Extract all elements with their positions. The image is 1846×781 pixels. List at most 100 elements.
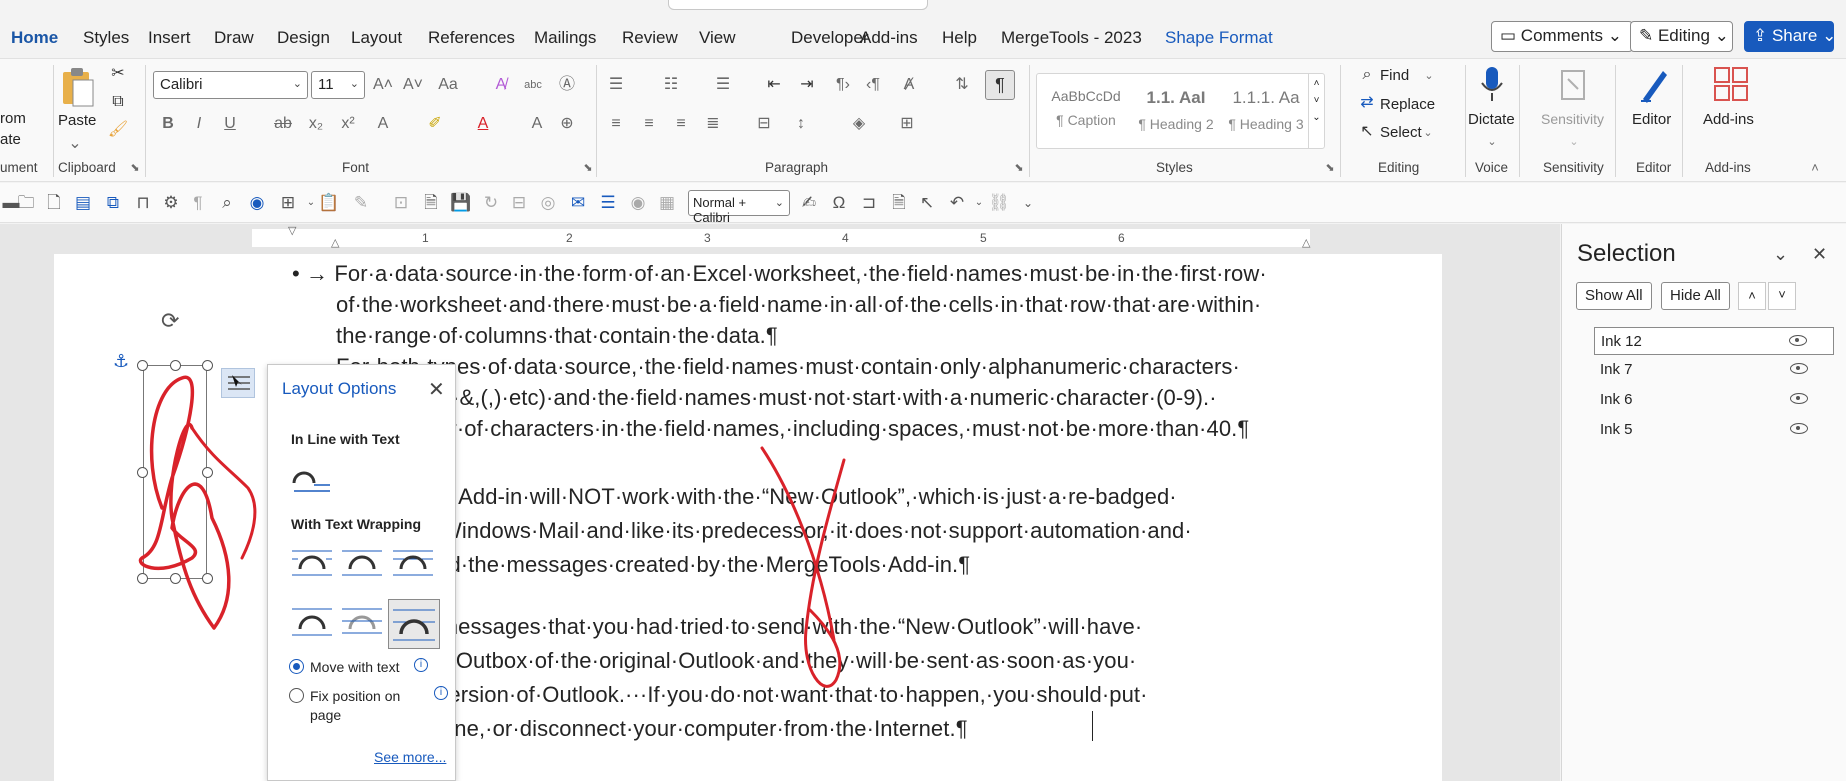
pilcrow-icon[interactable]: ¶ bbox=[187, 192, 209, 214]
highlight-icon[interactable]: ✐ bbox=[424, 113, 446, 135]
selection-item-ink-6[interactable]: Ink 6 bbox=[1594, 386, 1834, 414]
bring-forward-button[interactable]: ˄ bbox=[1738, 282, 1766, 310]
search-icon[interactable]: ⌕ bbox=[216, 192, 238, 214]
pen-tool-icon[interactable]: ✎ bbox=[350, 192, 372, 214]
copy-icon[interactable]: ⧉ bbox=[107, 91, 129, 113]
tab-view[interactable]: View bbox=[699, 28, 736, 48]
wrap-tight-icon[interactable] bbox=[340, 545, 384, 583]
replace-button[interactable]: Replace bbox=[1380, 96, 1435, 113]
tab-mergetools[interactable]: MergeTools - 2023 bbox=[1001, 28, 1142, 48]
selection-item-ink-12[interactable]: Ink 12 bbox=[1594, 327, 1834, 355]
collapse-ribbon-icon[interactable]: ˄ bbox=[1804, 157, 1826, 179]
clipboard-icon[interactable]: 📋 bbox=[318, 192, 340, 214]
chevron-down-icon[interactable]: ⌄ bbox=[1418, 65, 1440, 87]
phonetic-guide-icon[interactable]: abc bbox=[522, 74, 544, 96]
character-shading-icon[interactable]: A bbox=[526, 113, 548, 135]
strikethrough-icon[interactable]: ab bbox=[272, 113, 294, 135]
styles-scroll[interactable]: ˄ ˅ ⌄ bbox=[1308, 74, 1324, 148]
tab-draw[interactable]: Draw bbox=[214, 28, 254, 48]
tab-addins[interactable]: Add-ins bbox=[860, 28, 918, 48]
align-center-icon[interactable]: ≡ bbox=[638, 113, 660, 135]
wrap-behind-text-icon[interactable] bbox=[340, 603, 384, 641]
fix-position-radio[interactable] bbox=[289, 688, 304, 703]
form-icon[interactable]: ☰ bbox=[597, 192, 619, 214]
dictate-button[interactable]: Dictate bbox=[1468, 111, 1515, 128]
paste-button[interactable]: Paste bbox=[58, 112, 96, 129]
page-break-icon[interactable]: ⊐ bbox=[858, 192, 880, 214]
chevron-down-icon[interactable]: ⌄ bbox=[968, 192, 990, 214]
addins-button[interactable]: Add-ins bbox=[1703, 111, 1754, 128]
tab-review[interactable]: Review bbox=[622, 28, 678, 48]
cursor-icon[interactable]: ↖ bbox=[916, 192, 938, 214]
save-icon[interactable]: 💾 bbox=[450, 192, 472, 214]
bookmark-icon[interactable]: ⊓ bbox=[132, 192, 154, 214]
info-icon[interactable]: i bbox=[434, 686, 448, 700]
tab-styles[interactable]: Styles bbox=[83, 28, 129, 48]
document-export-icon[interactable]: 🗎 bbox=[888, 192, 910, 214]
eye-icon[interactable] bbox=[1790, 393, 1808, 404]
gear-icon[interactable]: ⚙ bbox=[160, 192, 182, 214]
justify-icon[interactable]: ≣ bbox=[702, 113, 724, 135]
tab-layout[interactable]: Layout bbox=[351, 28, 402, 48]
sort-icon[interactable]: ⇅ bbox=[951, 74, 973, 96]
paste-icon[interactable] bbox=[59, 66, 95, 108]
dialog-launcher-icon[interactable]: ⬊ bbox=[124, 157, 146, 179]
decrease-indent-icon[interactable]: ⇤ bbox=[763, 74, 785, 96]
refresh-icon[interactable]: ↻ bbox=[480, 192, 502, 214]
calendar-icon[interactable]: ▦ bbox=[656, 192, 678, 214]
show-all-button[interactable]: Show All bbox=[1576, 282, 1652, 310]
close-icon[interactable]: ✕ bbox=[428, 377, 445, 402]
link-icon[interactable]: ⛓ bbox=[988, 192, 1010, 214]
change-case-icon[interactable]: Aa bbox=[437, 74, 459, 96]
paragraph-dialog-launcher-icon[interactable]: ⬊ bbox=[1008, 157, 1030, 179]
select-button[interactable]: Select bbox=[1380, 124, 1422, 141]
align-right-icon[interactable]: ≡ bbox=[670, 113, 692, 135]
chevron-down-icon[interactable]: ⌄ bbox=[1417, 122, 1439, 144]
microphone-icon[interactable] bbox=[1478, 65, 1506, 105]
addins-grid-icon[interactable] bbox=[1713, 66, 1749, 104]
close-icon[interactable]: ✕ bbox=[1812, 244, 1827, 265]
cut-icon[interactable]: ✂ bbox=[107, 63, 129, 85]
font-color-icon[interactable]: A bbox=[472, 113, 494, 135]
hide-all-button[interactable]: Hide All bbox=[1661, 282, 1730, 310]
bullets-icon[interactable]: ☰ bbox=[605, 74, 627, 96]
chevron-up-icon[interactable]: ˄ bbox=[1309, 78, 1324, 89]
wrap-in-front-option[interactable] bbox=[388, 599, 440, 649]
tab-help[interactable]: Help bbox=[942, 28, 977, 48]
tab-design[interactable]: Design bbox=[277, 28, 330, 48]
layout-options-button[interactable] bbox=[221, 368, 255, 398]
grow-font-icon[interactable]: A˄ bbox=[372, 74, 394, 96]
editor-pen-icon[interactable] bbox=[1637, 65, 1671, 105]
tab-home[interactable]: Home bbox=[11, 28, 58, 48]
document-database-icon[interactable]: ▤ bbox=[72, 192, 94, 214]
numbering-icon[interactable]: ☷ bbox=[660, 74, 682, 96]
move-with-text-radio[interactable] bbox=[289, 659, 304, 674]
selection-item-ink-7[interactable]: Ink 7 bbox=[1594, 356, 1834, 384]
distributed-icon[interactable]: ⊟ bbox=[753, 113, 775, 135]
first-line-indent-marker[interactable]: ▽ bbox=[288, 224, 296, 237]
wrap-top-bottom-icon[interactable] bbox=[290, 603, 334, 641]
structure-icon[interactable]: ⧉ bbox=[102, 192, 124, 214]
shrink-font-icon[interactable]: A˅ bbox=[402, 74, 424, 96]
multilevel-list-icon[interactable]: ☰ bbox=[712, 74, 734, 96]
align-left-icon[interactable]: ≡ bbox=[605, 113, 627, 135]
image-edit-icon[interactable]: ⊡ bbox=[390, 192, 412, 214]
line-spacing-icon[interactable]: ↕ bbox=[790, 113, 812, 135]
character-border-icon[interactable]: Ⓐ bbox=[556, 74, 578, 96]
selection-item-ink-5[interactable]: Ink 5 bbox=[1594, 416, 1834, 444]
new-document-icon[interactable]: 🗋 bbox=[43, 192, 65, 214]
underline-icon[interactable]: U bbox=[219, 113, 241, 135]
enclose-characters-icon[interactable]: ⊕ bbox=[556, 113, 578, 135]
tab-references[interactable]: References bbox=[428, 28, 515, 48]
asian-layout-icon[interactable]: Ⱥ bbox=[898, 74, 920, 96]
editing-mode-button[interactable]: ✎ Editing ⌄ bbox=[1630, 21, 1733, 52]
chevron-down-icon[interactable]: ⌄ bbox=[1563, 131, 1585, 153]
right-indent-marker[interactable]: △ bbox=[1302, 236, 1310, 249]
wrap-square-icon[interactable] bbox=[290, 545, 334, 583]
chevron-down-icon[interactable]: ˅ bbox=[1309, 95, 1324, 106]
document-icon[interactable]: 🗎 bbox=[420, 192, 442, 214]
bold-icon[interactable]: B bbox=[157, 113, 179, 135]
book-icon[interactable]: ⊟ bbox=[508, 192, 530, 214]
rtl-icon[interactable]: ‹¶ bbox=[862, 74, 884, 96]
radio-icon[interactable]: ◉ bbox=[627, 192, 649, 214]
